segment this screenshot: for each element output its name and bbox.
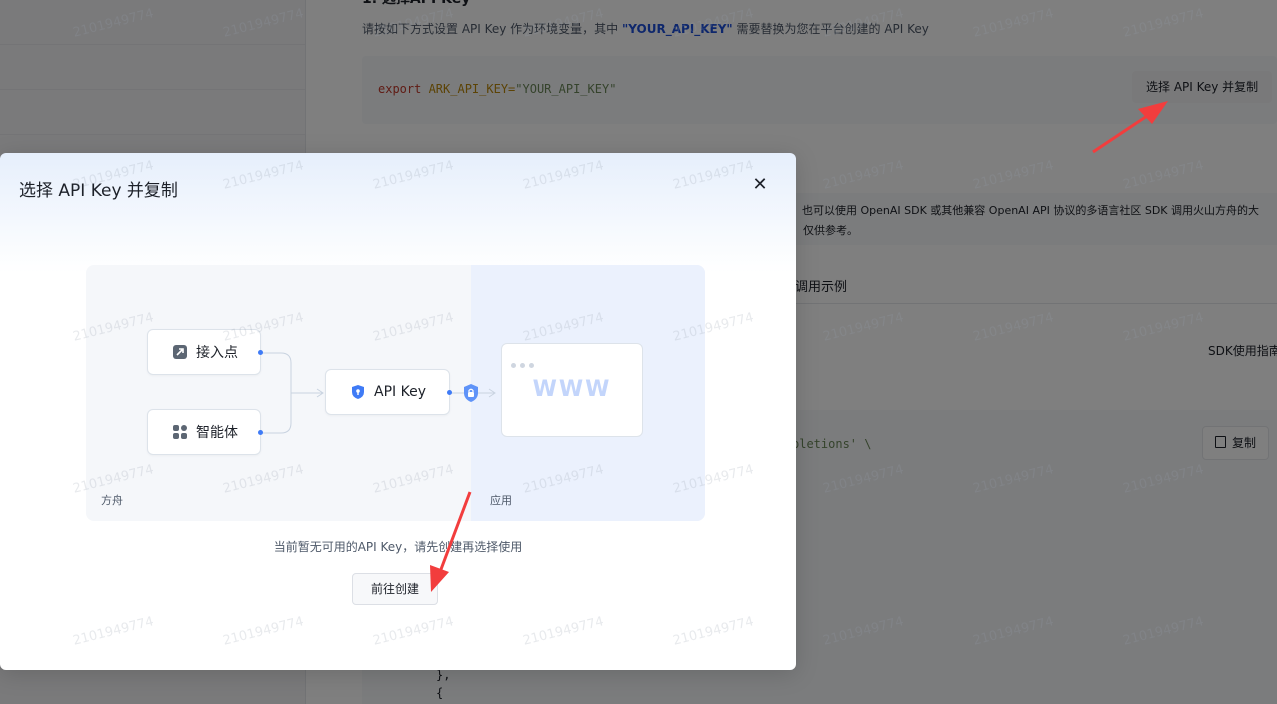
endpoint-label: 接入点: [196, 345, 238, 361]
rocket-icon: [172, 344, 188, 360]
connector-dot: [258, 350, 263, 355]
modal-title: 选择 API Key 并复制: [19, 181, 178, 201]
endpoint-node: 接入点: [147, 329, 261, 375]
go-create-button[interactable]: 前往创建: [352, 573, 438, 605]
api-key-label: API Key: [374, 384, 426, 400]
browser-node: WWW: [501, 343, 643, 437]
connector-dot: [447, 390, 452, 395]
close-icon[interactable]: ✕: [750, 175, 770, 195]
lock-shield-icon: [462, 383, 480, 403]
connector-dot: [258, 430, 263, 435]
api-key-node: API Key: [325, 369, 450, 415]
empty-message: 当前暂无可用的API Key，请先创建再选择使用: [273, 540, 523, 554]
browser-dots: [511, 353, 538, 372]
grid-icon: [172, 424, 188, 440]
agent-label: 智能体: [196, 425, 238, 441]
zone-label-fangzhou: 方舟: [101, 494, 123, 507]
zone-label-app: 应用: [490, 494, 512, 507]
browser-www-text: WWW: [532, 377, 612, 402]
select-api-key-modal: 选择 API Key 并复制 ✕ 接入点 智能体 API Key WWW 方舟 …: [0, 153, 796, 670]
api-key-diagram: 接入点 智能体 API Key WWW 方舟 应用: [86, 265, 705, 521]
agent-node: 智能体: [147, 409, 261, 455]
shield-icon: [350, 384, 366, 400]
